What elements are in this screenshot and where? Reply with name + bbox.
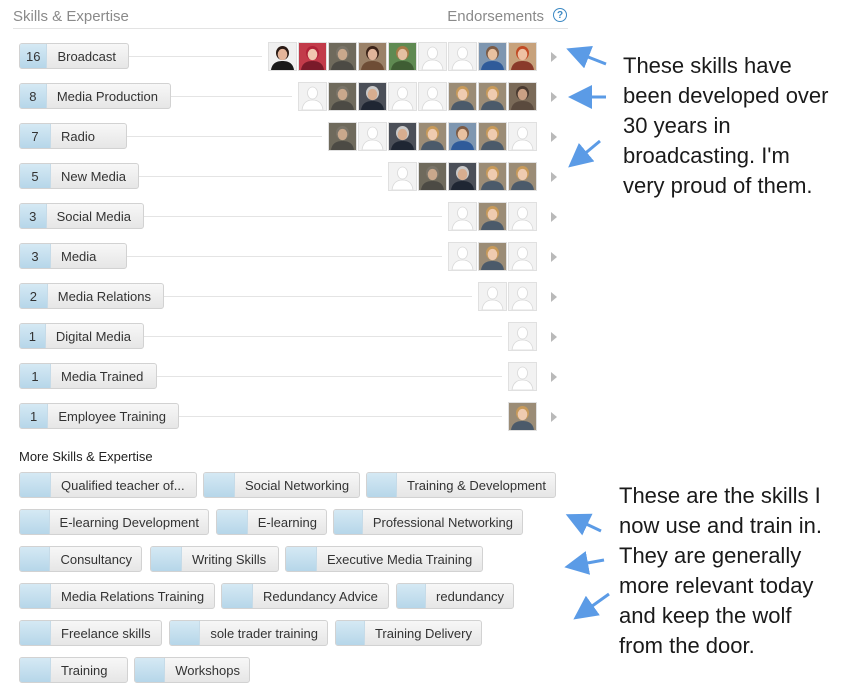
callout-arrow-1 — [566, 46, 607, 69]
callout-arrow-5 — [564, 551, 605, 575]
callout-arrow-6 — [573, 592, 610, 620]
callout-arrows — [564, 46, 610, 620]
callout-arrow-3 — [568, 139, 601, 168]
callout-arrow-4 — [565, 513, 602, 536]
